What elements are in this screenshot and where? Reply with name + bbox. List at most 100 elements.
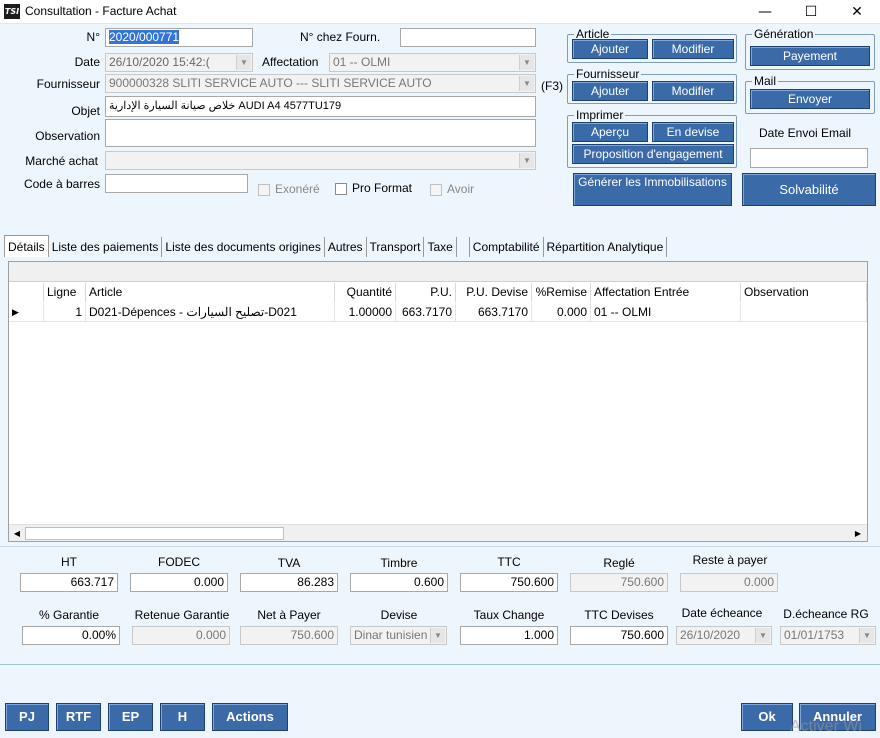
- generation-group-title: Génération: [752, 27, 816, 41]
- article-modifier-button[interactable]: Modifier: [652, 39, 734, 59]
- date-value: 26/10/2020 15:42:(: [109, 55, 210, 69]
- minimize-button[interactable]: —: [742, 0, 788, 24]
- envoyer-button[interactable]: Envoyer: [750, 89, 870, 109]
- checkbox-icon[interactable]: [258, 183, 270, 196]
- rtf-button[interactable]: RTF: [56, 703, 101, 731]
- scroll-thumb[interactable]: [25, 527, 284, 540]
- tab-autres[interactable]: Autres: [325, 237, 367, 257]
- chevron-down-icon[interactable]: ▼: [755, 628, 770, 643]
- apercu-button[interactable]: Aperçu: [572, 122, 648, 142]
- generer-immobilisations-button[interactable]: Générer les Immobilisations: [573, 173, 732, 206]
- fournisseur-ajouter-button[interactable]: Ajouter: [572, 81, 648, 101]
- chevron-down-icon[interactable]: ▼: [430, 628, 445, 643]
- article-ajouter-button[interactable]: Ajouter: [572, 39, 648, 59]
- regle-field[interactable]: 750.600: [570, 573, 668, 592]
- reste-field[interactable]: 0.000: [680, 573, 778, 592]
- pro-format-checkbox[interactable]: Pro Format: [335, 181, 412, 195]
- cell-observation[interactable]: [741, 303, 867, 322]
- cell-remise[interactable]: 0.000: [532, 303, 591, 322]
- devise-field[interactable]: Dinar tunisien ▼: [350, 626, 447, 645]
- date-field[interactable]: 26/10/2020 15:42:( ▼: [105, 53, 253, 72]
- num-fourn-field[interactable]: [400, 28, 536, 47]
- cell-pu-devise[interactable]: 663.7170: [456, 303, 532, 322]
- numero-field[interactable]: 2020/000771: [105, 28, 253, 47]
- echeance-label: Date écheance: [681, 606, 763, 620]
- payement-button[interactable]: Payement: [750, 46, 870, 66]
- h-button[interactable]: H: [160, 703, 205, 731]
- cell-pu[interactable]: 663.7170: [396, 303, 456, 322]
- ep-button[interactable]: EP: [108, 703, 153, 731]
- exonere-label: Exonéré: [275, 182, 320, 196]
- echeance-rg-field[interactable]: 01/01/1753 ▼: [780, 626, 876, 645]
- chevron-down-icon[interactable]: ▼: [519, 55, 534, 70]
- chevron-down-icon[interactable]: ▼: [519, 76, 534, 91]
- scroll-right-icon[interactable]: ▶: [852, 527, 864, 540]
- tab-transport[interactable]: Transport: [367, 237, 425, 257]
- chevron-down-icon[interactable]: ▼: [236, 55, 251, 70]
- chevron-down-icon[interactable]: ▼: [859, 628, 874, 643]
- tab-documents-origines[interactable]: Liste des documents origines: [162, 237, 325, 257]
- observation-field[interactable]: [105, 119, 536, 147]
- column-header[interactable]: Ligne: [44, 283, 86, 302]
- objet-field[interactable]: خلاص صيانة السيارة الإدارية AUDI A4 4577…: [105, 96, 536, 117]
- exonere-checkbox[interactable]: Exonéré: [258, 182, 320, 196]
- tab-details[interactable]: Détails: [4, 235, 49, 257]
- column-header[interactable]: P.U.: [396, 283, 456, 302]
- cell-quantite[interactable]: 1.00000: [335, 303, 396, 322]
- ttc-devises-label: TTC Devises: [584, 608, 654, 622]
- column-header[interactable]: Observation: [741, 283, 867, 302]
- checkbox-icon[interactable]: [335, 182, 347, 195]
- column-header[interactable]: Affectation Entrée: [591, 283, 741, 302]
- fodec-field[interactable]: 0.000: [130, 573, 228, 592]
- checkbox-icon[interactable]: [430, 183, 442, 196]
- retenue-field[interactable]: 0.000: [132, 626, 230, 645]
- code-barres-field[interactable]: [105, 174, 248, 193]
- affectation-field[interactable]: 01 -- OLMI ▼: [329, 53, 536, 72]
- fournisseur-modifier-button[interactable]: Modifier: [652, 81, 734, 101]
- window-title: Consultation - Facture Achat: [25, 4, 177, 18]
- tva-field[interactable]: 86.283: [240, 573, 338, 592]
- pj-button[interactable]: PJ: [5, 703, 49, 731]
- tab-taxe[interactable]: Taxe: [424, 237, 457, 257]
- marche-field[interactable]: ▼: [105, 151, 536, 170]
- chevron-down-icon[interactable]: ▼: [519, 153, 534, 168]
- cell-ligne[interactable]: 1: [44, 303, 86, 322]
- app-icon: TSI: [4, 4, 20, 19]
- close-button[interactable]: ✕: [834, 0, 880, 24]
- objet-value: خلاص صيانة السيارة الإدارية AUDI A4 4577…: [109, 100, 342, 112]
- echeance-field[interactable]: 26/10/2020 ▼: [676, 626, 772, 645]
- grid-corner: [9, 283, 44, 302]
- actions-button[interactable]: Actions: [212, 703, 288, 731]
- objet-label: Objet: [71, 104, 100, 118]
- column-header[interactable]: %Remise: [532, 283, 591, 302]
- details-grid[interactable]: Ligne Article Quantité P.U. P.U. Devise …: [8, 261, 868, 542]
- ttc-field[interactable]: 750.600: [460, 573, 558, 592]
- proposition-engagement-button[interactable]: Proposition d'engagement: [572, 144, 734, 164]
- solvabilite-button[interactable]: Solvabilité: [742, 173, 876, 206]
- avoir-checkbox[interactable]: Avoir: [430, 182, 474, 196]
- en-devise-button[interactable]: En devise: [652, 122, 734, 142]
- grid-group-bar: [9, 262, 867, 282]
- horizontal-scrollbar[interactable]: ◀ ▶: [9, 524, 867, 541]
- taux-field[interactable]: 1.000: [460, 626, 558, 645]
- column-header[interactable]: Quantité: [335, 283, 396, 302]
- maximize-button[interactable]: ☐: [788, 0, 834, 24]
- cell-affectation[interactable]: 01 -- OLMI: [591, 303, 741, 322]
- ok-button[interactable]: Ok: [741, 703, 793, 731]
- table-row[interactable]: ▶ 1 D021-Dépences - تصليح السيارات-D021 …: [9, 303, 867, 323]
- scroll-left-icon[interactable]: ◀: [11, 527, 23, 540]
- tab-liste-paiements[interactable]: Liste des paiements: [49, 237, 163, 257]
- garantie-field[interactable]: 0.00%: [22, 626, 120, 645]
- tab-comptabilite[interactable]: Comptabilité: [468, 237, 544, 257]
- timbre-field[interactable]: 0.600: [350, 573, 448, 592]
- cell-article[interactable]: D021-Dépences - تصليح السيارات-D021: [86, 303, 335, 322]
- row-marker-icon: ▶: [9, 303, 44, 322]
- net-field[interactable]: 750.600: [240, 626, 338, 645]
- date-envoi-field[interactable]: [750, 148, 868, 168]
- column-header[interactable]: Article: [86, 283, 335, 302]
- column-header[interactable]: P.U. Devise: [456, 283, 532, 302]
- ttc-devises-field[interactable]: 750.600: [570, 626, 668, 645]
- fournisseur-field[interactable]: 900000328 SLITI SERVICE AUTO --- SLITI S…: [105, 74, 536, 93]
- ht-field[interactable]: 663.717: [20, 573, 118, 592]
- tab-repartition-analytique[interactable]: Répartition Analytique: [544, 237, 668, 257]
